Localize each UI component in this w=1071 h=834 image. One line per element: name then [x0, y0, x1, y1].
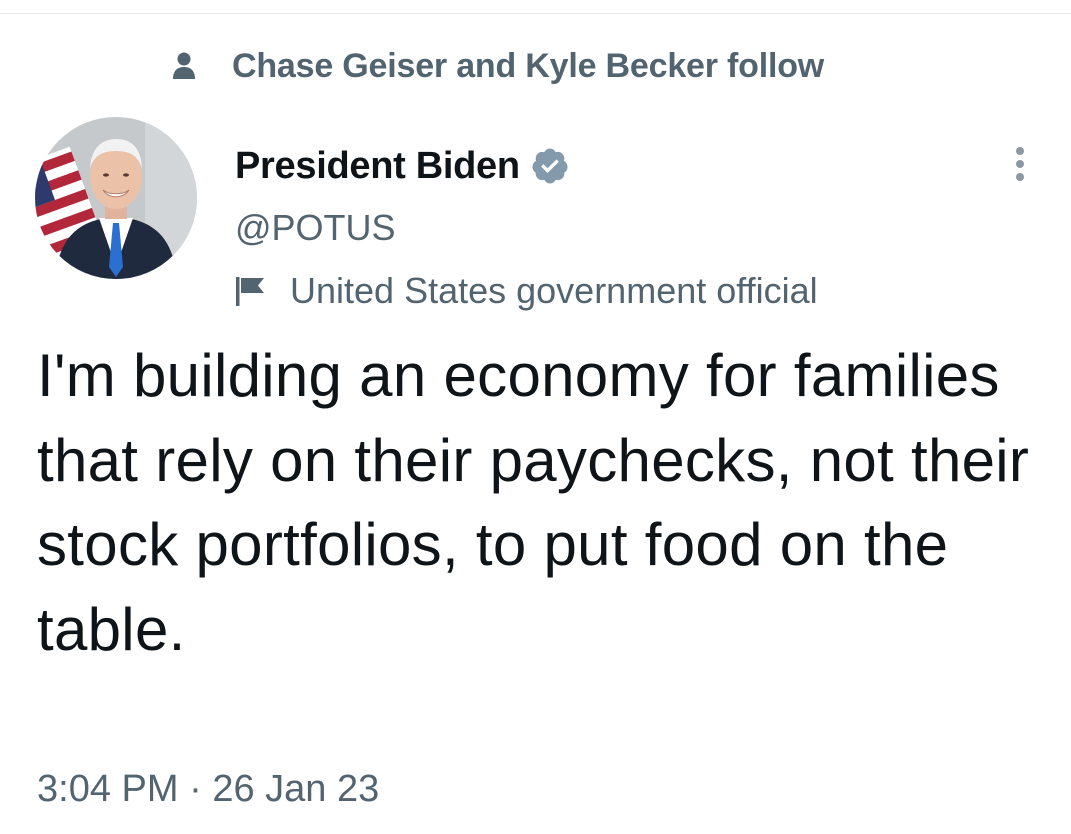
- author-display-name[interactable]: President Biden: [235, 145, 520, 188]
- top-divider: [0, 13, 1071, 14]
- social-context-text: Chase Geiser and Kyle Becker follow: [232, 46, 825, 85]
- avatar[interactable]: [35, 117, 197, 279]
- tweet-text: I'm building an economy for families tha…: [37, 342, 1030, 663]
- author-name-row[interactable]: President Biden: [235, 140, 570, 192]
- author-handle[interactable]: @POTUS: [235, 207, 396, 249]
- tweet-date[interactable]: 26 Jan 23: [212, 768, 379, 810]
- government-label-text: United States government official: [290, 270, 818, 311]
- government-label[interactable]: United States government official: [234, 266, 818, 316]
- timestamp-separator: ·: [189, 768, 202, 810]
- verified-badge-icon[interactable]: [530, 146, 570, 186]
- social-context[interactable]: Chase Geiser and Kyle Becker follow: [172, 44, 824, 88]
- more-options-icon[interactable]: [1006, 140, 1034, 188]
- tweet-time[interactable]: 3:04 PM: [37, 768, 179, 810]
- person-icon: [172, 51, 196, 81]
- flag-icon: [234, 275, 268, 307]
- tweet-timestamp[interactable]: 3:04 PM · 26 Jan 23: [37, 768, 379, 811]
